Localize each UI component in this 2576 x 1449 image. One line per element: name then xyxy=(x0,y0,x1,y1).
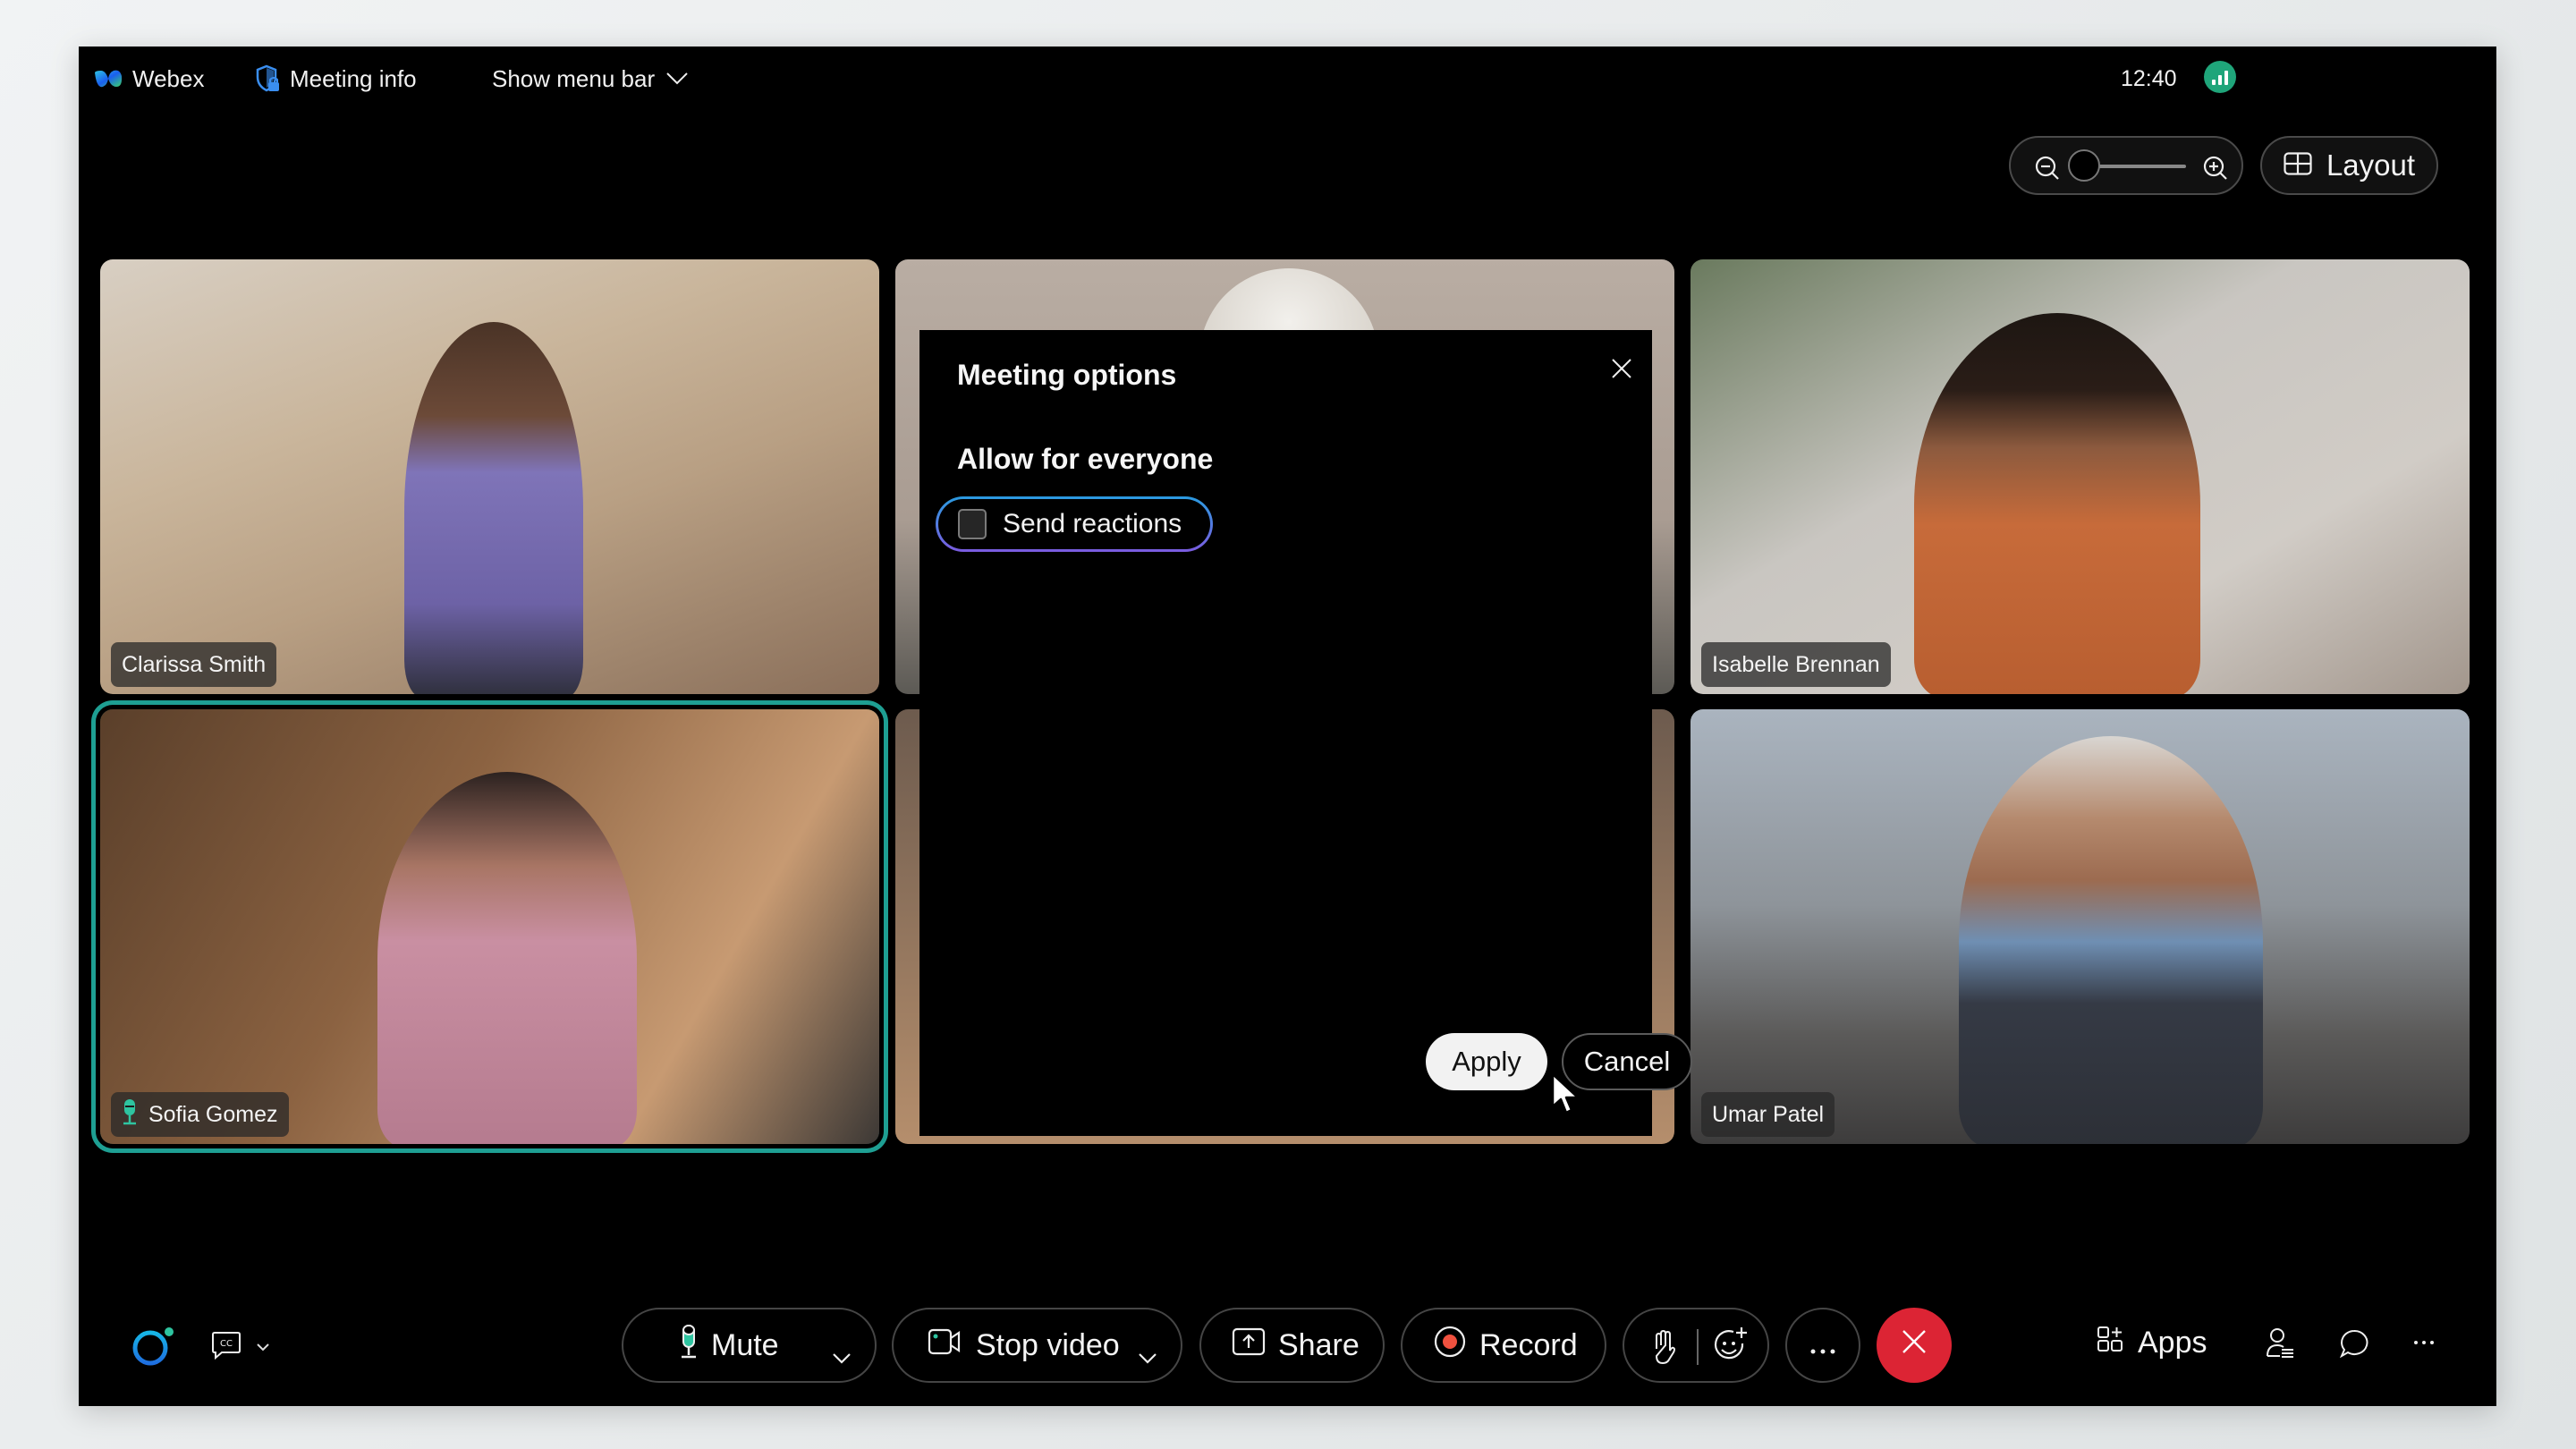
zoom-slider-track[interactable] xyxy=(2086,165,2186,168)
raise-hand-icon[interactable] xyxy=(1651,1329,1676,1373)
svg-text:CC: CC xyxy=(220,1339,233,1349)
zoom-control xyxy=(2009,136,2243,195)
add-reaction-icon[interactable] xyxy=(1712,1326,1750,1373)
show-menu-bar-button[interactable]: Show menu bar xyxy=(492,61,689,97)
name-tag: Sofia Gomez xyxy=(111,1092,289,1137)
share-label: Share xyxy=(1278,1327,1360,1362)
closed-captions-button[interactable]: CC xyxy=(211,1331,270,1364)
closed-captions-icon: CC xyxy=(211,1331,242,1364)
meeting-controls-toolbar: CC Mute Stop video Share Record Apps xyxy=(79,1308,2496,1383)
record-label: Record xyxy=(1479,1327,1578,1362)
participant-video xyxy=(1959,736,2263,1144)
webex-app-button[interactable]: Webex xyxy=(93,61,204,97)
layout-label: Layout xyxy=(2326,148,2416,182)
stop-video-button[interactable]: Stop video xyxy=(892,1308,1182,1383)
video-tile[interactable]: Clarissa Smith xyxy=(100,259,879,694)
mute-label: Mute xyxy=(711,1327,779,1362)
name-tag: Umar Patel xyxy=(1701,1092,1835,1137)
microphone-icon xyxy=(679,1324,699,1368)
close-icon xyxy=(1901,1328,1928,1363)
participant-video xyxy=(377,772,637,1144)
participant-video xyxy=(404,322,583,694)
video-camera-icon xyxy=(928,1326,963,1365)
apply-button[interactable]: Apply xyxy=(1426,1033,1547,1090)
video-options-chevron-icon[interactable] xyxy=(1138,1338,1157,1373)
participant-name: Sofia Gomez xyxy=(148,1101,278,1127)
apps-grid-icon xyxy=(2097,1326,2123,1360)
shield-lock-icon xyxy=(256,64,281,93)
signal-strength-icon[interactable] xyxy=(2204,61,2236,93)
participant-name: Umar Patel xyxy=(1712,1101,1825,1127)
name-tag: Clarissa Smith xyxy=(111,642,277,687)
video-tile[interactable]: Isabelle Brennan xyxy=(1690,259,2470,694)
close-icon xyxy=(1611,358,1632,384)
share-screen-icon xyxy=(1232,1327,1266,1364)
microphone-icon xyxy=(122,1098,138,1131)
more-horizontal-icon xyxy=(1809,1328,1836,1363)
dialog-title: Meeting options xyxy=(957,359,1177,391)
name-tag: Isabelle Brennan xyxy=(1701,642,1891,687)
participant-name: Isabelle Brennan xyxy=(1712,651,1880,677)
record-icon xyxy=(1433,1325,1467,1367)
webex-meeting-window: Webex Meeting info Show menu bar 12:40 L… xyxy=(79,47,2496,1406)
zoom-out-icon[interactable] xyxy=(2034,155,2061,186)
chat-icon[interactable] xyxy=(2339,1329,2368,1362)
apps-label: Apps xyxy=(2138,1326,2207,1360)
more-options-button[interactable] xyxy=(1785,1308,1860,1383)
video-tile[interactable]: Umar Patel xyxy=(1690,709,2470,1144)
chevron-down-icon xyxy=(665,72,689,86)
more-horizontal-icon[interactable] xyxy=(2413,1335,2435,1351)
divider xyxy=(1697,1329,1699,1365)
participants-icon[interactable] xyxy=(2266,1327,2294,1362)
meeting-options-dialog: Meeting options Allow for everyone Send … xyxy=(919,330,1692,1136)
share-button[interactable]: Share xyxy=(1199,1308,1385,1383)
meeting-time: 12:40 xyxy=(2121,65,2177,91)
mute-options-chevron-icon[interactable] xyxy=(832,1338,852,1373)
meeting-info-label: Meeting info xyxy=(290,64,417,92)
layout-button[interactable]: Layout xyxy=(2260,136,2438,195)
zoom-slider-thumb[interactable] xyxy=(2068,149,2100,182)
grid-layout-icon xyxy=(2284,148,2312,182)
apps-button[interactable]: Apps xyxy=(2097,1326,2207,1360)
participant-video xyxy=(1914,313,2200,694)
mute-button[interactable]: Mute xyxy=(622,1308,877,1383)
stop-video-label: Stop video xyxy=(976,1327,1120,1362)
reactions-group xyxy=(1623,1308,1769,1383)
show-menu-bar-label: Show menu bar xyxy=(492,64,656,92)
zoom-in-icon[interactable] xyxy=(2202,155,2229,186)
video-tile-active-speaker[interactable]: Sofia Gomez xyxy=(100,709,879,1144)
chevron-down-icon xyxy=(256,1340,270,1356)
participant-name: Clarissa Smith xyxy=(122,651,267,677)
top-bar: Webex Meeting info Show menu bar 12:40 xyxy=(79,47,2496,109)
send-reactions-option-focused[interactable]: Send reactions xyxy=(936,496,1213,552)
leave-meeting-button[interactable] xyxy=(1877,1308,1952,1383)
record-button[interactable]: Record xyxy=(1401,1308,1606,1383)
allow-for-everyone-heading: Allow for everyone xyxy=(957,443,1214,475)
send-reactions-label: Send reactions xyxy=(1003,509,1182,538)
mouse-pointer-icon xyxy=(1551,1072,1581,1120)
webex-logo-icon xyxy=(93,67,123,90)
ai-assistant-icon[interactable] xyxy=(131,1326,177,1371)
app-name: Webex xyxy=(132,64,205,92)
meeting-info-button[interactable]: Meeting info xyxy=(256,61,417,97)
send-reactions-checkbox[interactable] xyxy=(958,509,987,539)
close-button[interactable] xyxy=(1606,354,1638,386)
